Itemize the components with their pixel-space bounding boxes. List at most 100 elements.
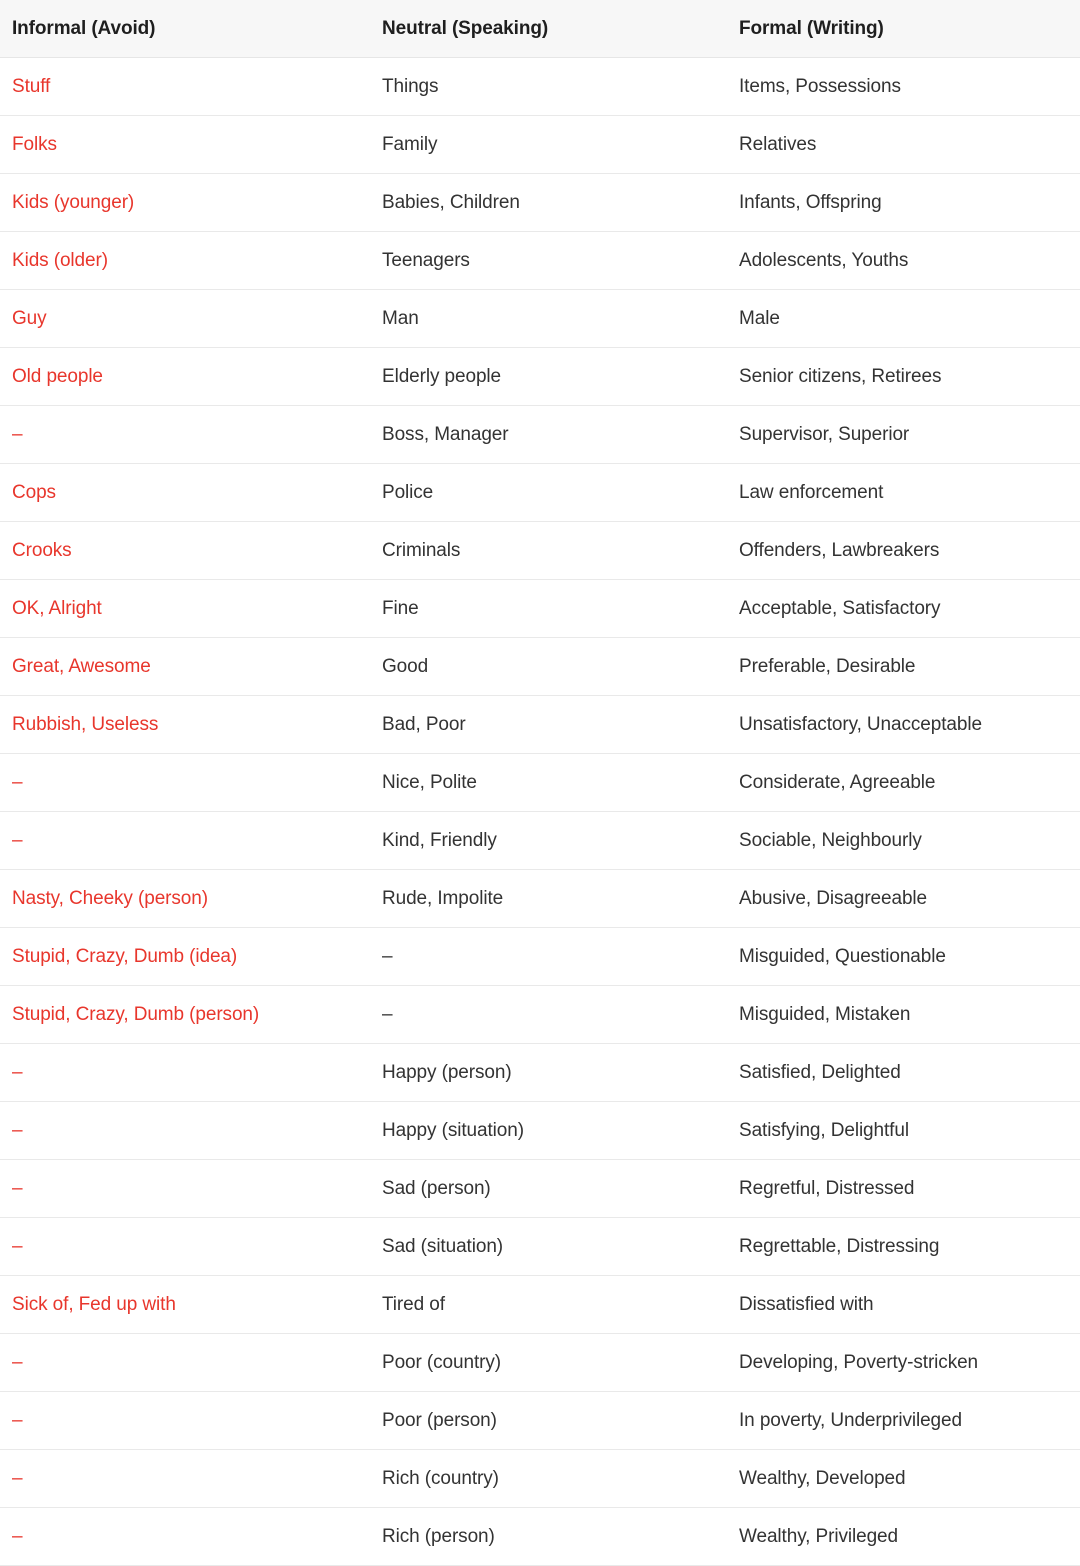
cell-formal: Misguided, Questionable	[727, 927, 1080, 986]
cell-formal: Senior citizens, Retirees	[727, 347, 1080, 406]
table-row: – Rich (person) Wealthy, Privileged	[0, 1507, 1080, 1566]
cell-formal: Items, Possessions	[727, 57, 1080, 116]
column-header-formal: Formal (Writing)	[727, 0, 1080, 58]
table-row: Kids (younger) Babies, Children Infants, O…	[0, 173, 1080, 232]
cell-neutral: Sad (person)	[370, 1159, 727, 1218]
cell-neutral: Tired of	[370, 1275, 727, 1334]
cell-formal: Developing, Poverty-stricken	[727, 1333, 1080, 1392]
column-header-informal: Informal (Avoid)	[0, 0, 370, 58]
cell-formal: Sociable, Neighbourly	[727, 811, 1080, 870]
cell-informal: Stupid, Crazy, Dumb (person)	[0, 985, 370, 1044]
cell-neutral: Family	[370, 115, 727, 174]
table-row: Cops Police Law enforcement	[0, 463, 1080, 522]
cell-informal: Rubbish, Useless	[0, 695, 370, 754]
cell-formal: Satisfied, Delighted	[727, 1043, 1080, 1102]
cell-neutral: Nice, Polite	[370, 753, 727, 812]
table-body: Stuff Things Items, Possessions Folks Family…	[0, 57, 1080, 1566]
table-row: OK, Alright Fine Acceptable, Satisfactory	[0, 579, 1080, 638]
table-row: – Kind, Friendly Sociable, Neighbourly	[0, 811, 1080, 870]
table-row: Great, Awesome Good Preferable, Desirable	[0, 637, 1080, 696]
cell-informal: Kids (younger)	[0, 173, 370, 232]
cell-informal: Old people	[0, 347, 370, 406]
cell-informal: Great, Awesome	[0, 637, 370, 696]
cell-informal: –	[0, 1333, 370, 1392]
cell-formal: Regrettable, Distressing	[727, 1217, 1080, 1276]
cell-neutral: Rich (country)	[370, 1449, 727, 1508]
cell-informal: –	[0, 1391, 370, 1450]
table-row: Rubbish, Useless Bad, Poor Unsatisfactory,…	[0, 695, 1080, 754]
cell-formal: Preferable, Desirable	[727, 637, 1080, 696]
cell-informal: Sick of, Fed up with	[0, 1275, 370, 1334]
cell-informal: Folks	[0, 115, 370, 174]
cell-neutral: Rude, Impolite	[370, 869, 727, 928]
cell-formal: Supervisor, Superior	[727, 405, 1080, 464]
table-row: Folks Family Relatives	[0, 115, 1080, 174]
table-row: – Poor (person) In poverty, Underprivilege…	[0, 1391, 1080, 1450]
table-row: – Rich (country) Wealthy, Developed	[0, 1449, 1080, 1508]
cell-informal: –	[0, 1449, 370, 1508]
cell-informal: OK, Alright	[0, 579, 370, 638]
table-row: Nasty, Cheeky (person) Rude, Impolite Abus…	[0, 869, 1080, 928]
table-row: Guy Man Male	[0, 289, 1080, 348]
cell-informal: –	[0, 1507, 370, 1566]
table-row: Crooks Criminals Offenders, Lawbreakers	[0, 521, 1080, 580]
table-row: Stupid, Crazy, Dumb (person) – Misguided, …	[0, 985, 1080, 1044]
cell-formal: Relatives	[727, 115, 1080, 174]
cell-formal: Wealthy, Privileged	[727, 1507, 1080, 1566]
cell-neutral: Bad, Poor	[370, 695, 727, 754]
table-row: – Boss, Manager Supervisor, Superior	[0, 405, 1080, 464]
cell-neutral: Criminals	[370, 521, 727, 580]
cell-informal: –	[0, 405, 370, 464]
cell-informal: Stuff	[0, 57, 370, 116]
cell-formal: Offenders, Lawbreakers	[727, 521, 1080, 580]
cell-neutral: Sad (situation)	[370, 1217, 727, 1276]
cell-neutral: Police	[370, 463, 727, 522]
cell-neutral: Poor (person)	[370, 1391, 727, 1450]
cell-informal: Guy	[0, 289, 370, 348]
cell-formal: Acceptable, Satisfactory	[727, 579, 1080, 638]
table-row: – Happy (person) Satisfied, Delighted	[0, 1043, 1080, 1102]
cell-formal: Adolescents, Youths	[727, 231, 1080, 290]
table-row: Stuff Things Items, Possessions	[0, 57, 1080, 116]
vocabulary-register-table: Informal (Avoid) Neutral (Speaking) Form…	[0, 0, 1080, 1566]
cell-neutral: Happy (person)	[370, 1043, 727, 1102]
table-row: – Sad (situation) Regrettable, Distressing	[0, 1217, 1080, 1276]
cell-informal: –	[0, 1217, 370, 1276]
cell-formal: In poverty, Underprivileged	[727, 1391, 1080, 1450]
cell-informal: Kids (older)	[0, 231, 370, 290]
cell-neutral: Things	[370, 57, 727, 116]
table-row: Stupid, Crazy, Dumb (idea) – Misguided, Qu…	[0, 927, 1080, 986]
cell-neutral: Good	[370, 637, 727, 696]
cell-neutral: Babies, Children	[370, 173, 727, 232]
cell-formal: Wealthy, Developed	[727, 1449, 1080, 1508]
cell-neutral: Poor (country)	[370, 1333, 727, 1392]
table-row: – Sad (person) Regretful, Distressed	[0, 1159, 1080, 1218]
cell-formal: Dissatisfied with	[727, 1275, 1080, 1334]
table-row: – Nice, Polite Considerate, Agreeable	[0, 753, 1080, 812]
cell-formal: Law enforcement	[727, 463, 1080, 522]
cell-informal: Stupid, Crazy, Dumb (idea)	[0, 927, 370, 986]
column-header-neutral: Neutral (Speaking)	[370, 0, 727, 58]
header-row: Informal (Avoid) Neutral (Speaking) Form…	[0, 0, 1080, 58]
cell-informal: Nasty, Cheeky (person)	[0, 869, 370, 928]
table-row: – Happy (situation) Satisfying, Delightful	[0, 1101, 1080, 1160]
cell-formal: Satisfying, Delightful	[727, 1101, 1080, 1160]
cell-informal: –	[0, 1159, 370, 1218]
cell-informal: –	[0, 1043, 370, 1102]
cell-neutral: –	[370, 927, 727, 986]
table-row: Kids (older) Teenagers Adolescents, Youths	[0, 231, 1080, 290]
cell-neutral: Happy (situation)	[370, 1101, 727, 1160]
cell-informal: –	[0, 811, 370, 870]
table-row: Old people Elderly people Senior citizens,…	[0, 347, 1080, 406]
cell-neutral: Kind, Friendly	[370, 811, 727, 870]
cell-formal: Abusive, Disagreeable	[727, 869, 1080, 928]
cell-neutral: Fine	[370, 579, 727, 638]
cell-neutral: Man	[370, 289, 727, 348]
cell-formal: Misguided, Mistaken	[727, 985, 1080, 1044]
cell-neutral: Teenagers	[370, 231, 727, 290]
cell-neutral: Boss, Manager	[370, 405, 727, 464]
cell-formal: Regretful, Distressed	[727, 1159, 1080, 1218]
cell-neutral: Elderly people	[370, 347, 727, 406]
cell-informal: –	[0, 753, 370, 812]
table-row: Sick of, Fed up with Tired of Dissatisfied…	[0, 1275, 1080, 1334]
